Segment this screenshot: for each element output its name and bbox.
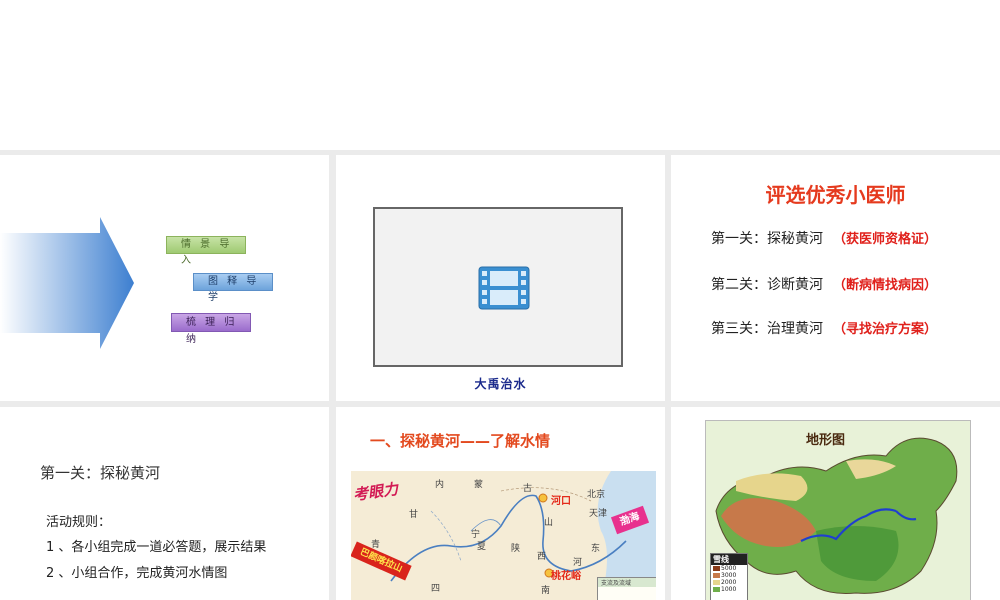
level-label: 第三关：治理黄河 xyxy=(711,321,823,337)
level-hint: （获医师资格证） xyxy=(833,232,938,247)
level-1: 第一关：探秘黄河 （获医师资格证） xyxy=(711,231,961,248)
place-taohuayu: 桃花峪 xyxy=(551,571,581,582)
slide-thumbnail-1[interactable]: 情 景 导 入 图 释 导 学 梳 理 归 纳 xyxy=(0,155,329,401)
elevation-legend: 雪线 5000 3000 2000 1000 xyxy=(710,553,748,600)
place-label: 西 xyxy=(537,552,547,562)
rule-item: 2 、小组合作，完成黄河水情图 xyxy=(46,566,228,581)
place-label: 蒙 xyxy=(474,480,484,490)
legend-row: 3000 xyxy=(711,572,747,579)
tag-scene-intro[interactable]: 情 景 导 入 xyxy=(166,236,246,266)
place-label: 山 xyxy=(544,518,554,528)
slide-title: 一、探秘黄河——了解水情 xyxy=(370,432,551,450)
slide-thumbnail-2[interactable]: 大禹治水 xyxy=(336,155,665,401)
level-hint: （寻找治疗方案） xyxy=(833,322,938,337)
tag-summary[interactable]: 梳 理 归 纳 xyxy=(171,313,251,345)
level-label: 第一关：探秘黄河 xyxy=(711,231,823,247)
slide-thumbnail-4[interactable]: 第一关：探秘黄河 活动规则： 1 、各小组完成一道必答题，展示结果 2 、小组合… xyxy=(0,407,329,600)
rule-item: 1 、各小组完成一道必答题，展示结果 xyxy=(46,540,267,555)
video-player[interactable] xyxy=(373,207,623,367)
place-label: 河 xyxy=(573,558,583,568)
place-label: 夏 xyxy=(477,542,487,552)
film-icon xyxy=(478,266,530,310)
place-label: 北京 xyxy=(587,490,606,500)
level-hint: （断病情找病因） xyxy=(833,278,938,293)
blank-header-area xyxy=(0,0,1000,150)
arrow-graphic xyxy=(0,217,134,349)
legend-title: 支流及流域 xyxy=(598,578,656,587)
terrain-map: 地形图 雪线 5000 3000 2000 1000 xyxy=(705,420,971,600)
slide-thumbnail-6[interactable]: 地形图 雪线 5000 3000 2000 1000 xyxy=(671,407,1000,600)
place-label: 四 xyxy=(431,584,441,594)
level-label: 第二关：诊断黄河 xyxy=(711,277,823,293)
place-label: 南 xyxy=(541,586,551,596)
place-label: 古 xyxy=(523,484,533,494)
legend-row: 5000 xyxy=(711,565,747,572)
slide-title: 评选优秀小医师 xyxy=(765,183,906,207)
slide-title: 第一关：探秘黄河 xyxy=(40,464,161,482)
place-label: 青 xyxy=(371,540,381,550)
rules-label: 活动规则： xyxy=(46,515,112,530)
level-3: 第三关：治理黄河 （寻找治疗方案） xyxy=(711,318,937,338)
slide-thumbnail-5[interactable]: 一、探秘黄河——了解水情 考眼力 河口 桃花峪 渤海 巴颜喀拉山 内 蒙 古 北… xyxy=(336,407,665,600)
tag-diagram-guide[interactable]: 图 释 导 学 xyxy=(193,273,273,303)
legend-row: 1000 xyxy=(711,586,747,593)
place-label: 天津 xyxy=(589,509,608,519)
place-label: 甘 xyxy=(409,510,419,520)
place-label: 内 xyxy=(435,480,445,490)
yellow-river-map: 考眼力 河口 桃花峪 渤海 巴颜喀拉山 内 蒙 古 北京 天津 山 甘 青 宁 … xyxy=(351,471,656,600)
map-title: 地形图 xyxy=(806,433,846,448)
legend-title: 雪线 xyxy=(711,554,747,565)
map-legend: 支流及流域 xyxy=(597,577,656,600)
place-hekou: 河口 xyxy=(551,496,571,507)
level-2: 第二关：诊断黄河 （断病情找病因） xyxy=(711,274,937,294)
legend-row: 2000 xyxy=(711,579,747,586)
place-label: 陕 xyxy=(511,544,521,554)
slide-thumbnail-3[interactable]: 评选优秀小医师 第一关：探秘黄河 （获医师资格证） 第二关：诊断黄河 （断病情找病因… xyxy=(671,155,1000,401)
video-caption: 大禹治水 xyxy=(474,377,527,391)
place-label: 东 xyxy=(591,544,601,554)
